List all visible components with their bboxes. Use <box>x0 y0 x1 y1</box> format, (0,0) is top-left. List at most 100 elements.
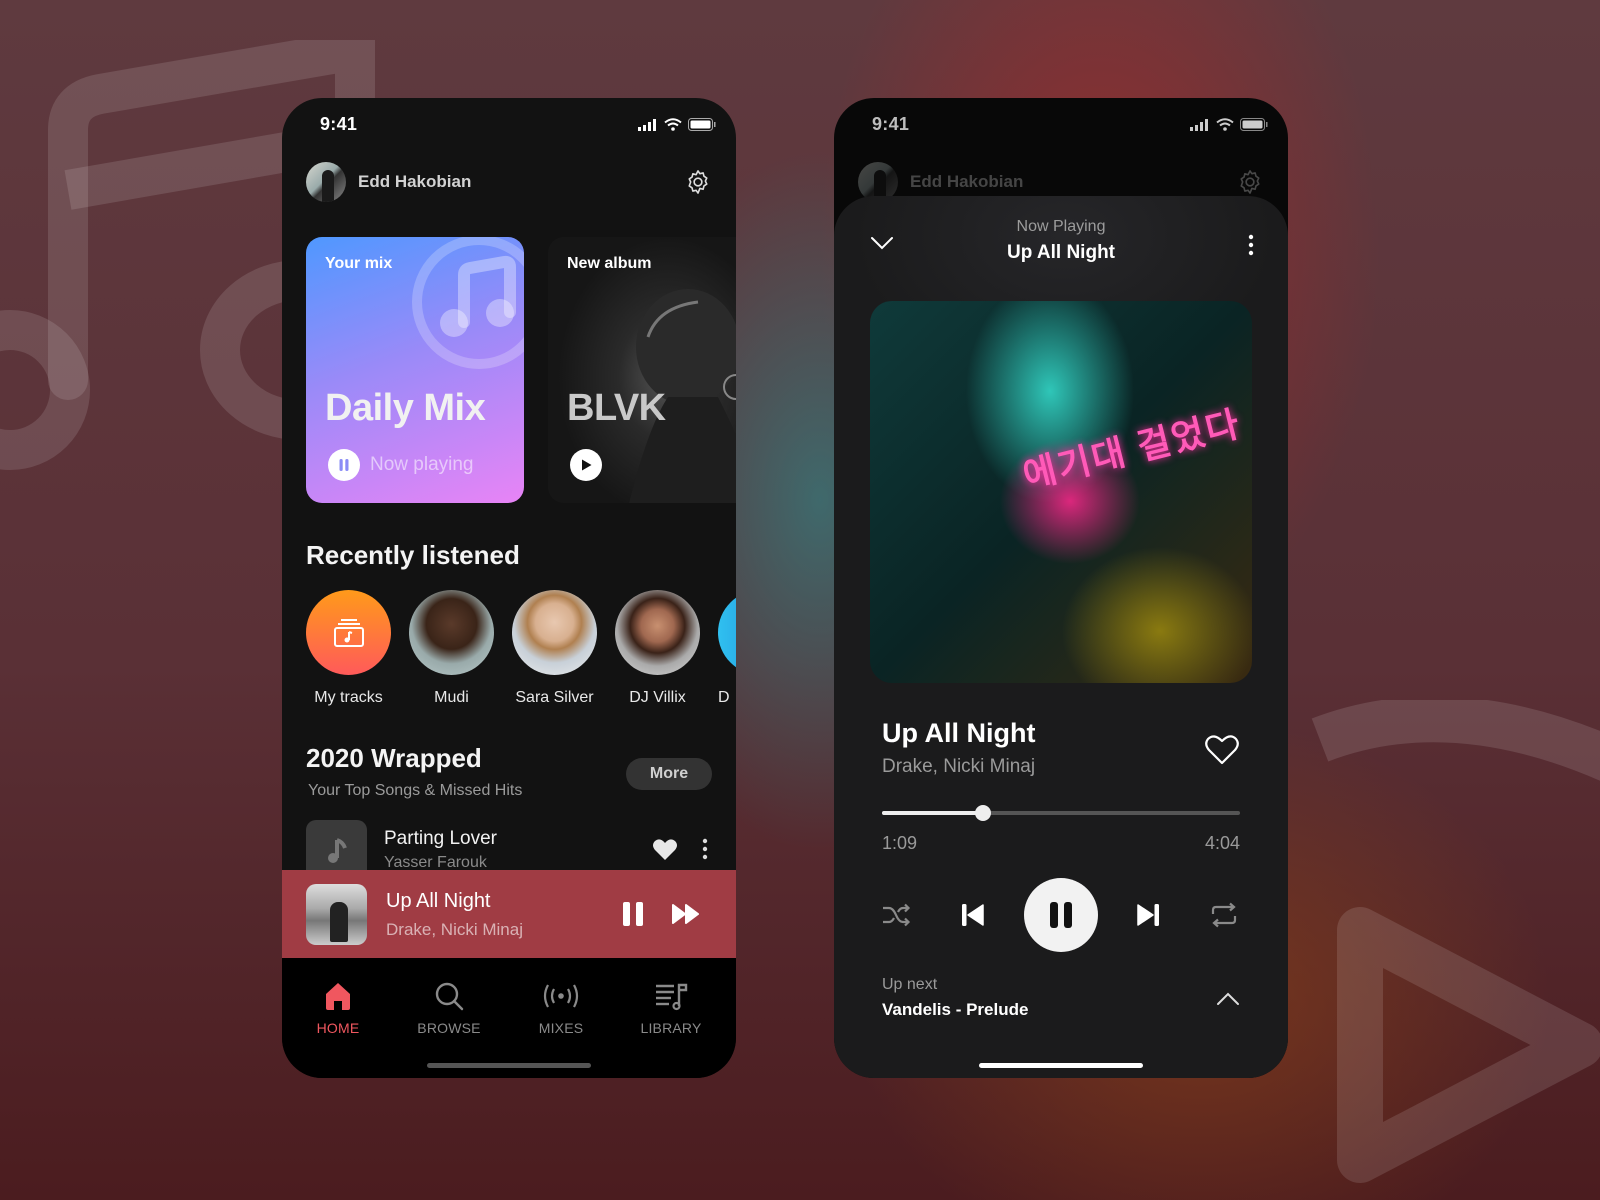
recent-item-label: Sara Silver <box>515 689 594 706</box>
status-bar: 9:41 <box>282 98 736 156</box>
library-icon <box>656 983 688 1011</box>
mini-player-artist: Drake, Nicki Minaj <box>386 920 523 939</box>
status-bar: 9:41 <box>834 98 1288 156</box>
play-pause-button[interactable] <box>1024 878 1098 952</box>
card-label: New album <box>567 255 652 272</box>
progress-slider[interactable] <box>882 805 1240 821</box>
heart-filled-icon[interactable] <box>652 838 678 862</box>
pause-icon <box>1050 902 1072 928</box>
more-vertical-icon[interactable] <box>702 838 708 860</box>
track-title: Parting Lover <box>384 828 498 849</box>
pause-button[interactable] <box>328 449 360 481</box>
recent-item-label: D <box>718 689 730 706</box>
mini-player-artwork <box>306 884 367 945</box>
profile-name: Edd Hakobian <box>910 172 1024 191</box>
progress-fill <box>882 811 984 815</box>
tab-label: HOME <box>316 1020 360 1036</box>
tab-mixes[interactable]: MIXES <box>511 980 611 1036</box>
recent-item-dj-villix[interactable]: DJ Villix <box>615 590 700 707</box>
recent-item-mudi[interactable]: Mudi <box>409 590 494 707</box>
playback-controls <box>834 878 1288 952</box>
previous-icon[interactable] <box>961 903 985 927</box>
wifi-icon <box>1216 118 1234 131</box>
now-playing-label: Now Playing <box>1016 218 1106 235</box>
recent-item-sara-silver[interactable]: Sara Silver <box>512 590 597 707</box>
signal-icon <box>1190 118 1208 131</box>
tab-label: MIXES <box>538 1020 584 1036</box>
card-title: BLVK <box>567 387 666 429</box>
up-next-track[interactable]: Vandelis - Prelude <box>882 1000 1028 1020</box>
heart-outline-icon[interactable] <box>1204 734 1240 766</box>
background-play-icon <box>1311 700 1600 1183</box>
album-cover: 에기대 걸었다 <box>870 301 1252 683</box>
pause-icon <box>339 459 349 471</box>
daily-mix-card[interactable]: Your mix Daily Mix Now playing <box>306 237 524 503</box>
repeat-icon[interactable] <box>1209 902 1239 928</box>
artist-avatar <box>718 590 736 675</box>
chevron-up-icon[interactable] <box>1216 992 1240 1006</box>
wrapped-subtitle: Your Top Songs & Missed Hits <box>308 782 523 799</box>
recent-item-my-tracks[interactable]: My tracks <box>306 590 391 707</box>
tab-label: BROWSE <box>417 1020 481 1036</box>
recent-item-partial[interactable]: D <box>718 590 736 707</box>
tab-bar: HOME BROWSE MIXES LIBRARY <box>282 958 736 1078</box>
signal-icon <box>638 118 656 131</box>
home-screen: 9:41 Edd Hakobian Your mix Daily Mix Now… <box>282 98 736 1078</box>
shuffle-icon[interactable] <box>881 903 911 927</box>
song-title: Up All Night <box>882 718 1036 748</box>
music-note-icon <box>327 838 347 863</box>
recently-listened-list: My tracks Mudi Sara Silver DJ Villix D <box>306 590 736 707</box>
profile-name: Edd Hakobian <box>358 172 472 191</box>
cover-projected-text: 에기대 걸었다 <box>1018 402 1245 497</box>
wrapped-title: 2020 Wrapped <box>306 743 482 773</box>
elapsed-time: 1:09 <box>882 833 918 853</box>
artist-avatar <box>512 590 597 675</box>
home-indicator <box>979 1063 1143 1068</box>
progress-knob[interactable] <box>975 805 992 821</box>
now-playing-screen: 9:41 Edd Hakobian Now Playing Up All Nig… <box>834 98 1288 1078</box>
recent-item-label: Mudi <box>434 689 469 706</box>
battery-icon <box>1240 118 1268 131</box>
mini-player-title: Up All Night <box>386 890 491 912</box>
total-time: 4:04 <box>1204 833 1240 853</box>
recently-listened-title: Recently listened <box>306 540 520 570</box>
tab-label: LIBRARY <box>640 1020 702 1036</box>
more-button[interactable]: More <box>626 758 712 790</box>
now-playing-sheet: Now Playing Up All Night 에기대 걸었다 Up All … <box>834 196 1288 1078</box>
tab-browse[interactable]: BROWSE <box>399 980 499 1036</box>
next-icon[interactable] <box>1136 903 1160 927</box>
music-note-icon <box>412 237 524 369</box>
search-icon <box>435 982 464 1011</box>
gear-icon[interactable] <box>684 168 712 196</box>
artist-avatar <box>409 590 494 675</box>
pause-icon[interactable] <box>622 902 644 926</box>
broadcast-icon <box>543 984 579 1008</box>
tab-library[interactable]: LIBRARY <box>621 980 721 1036</box>
new-album-card[interactable]: New album BLVK <box>548 237 736 503</box>
artist-avatar <box>615 590 700 675</box>
tab-home[interactable]: HOME <box>288 980 388 1036</box>
more-vertical-icon[interactable] <box>1248 234 1254 256</box>
up-next-label: Up next <box>882 976 938 993</box>
home-indicator <box>427 1063 591 1068</box>
gear-icon <box>1240 170 1260 194</box>
recent-item-label: My tracks <box>314 689 383 706</box>
play-button[interactable] <box>570 449 602 481</box>
fast-forward-icon[interactable] <box>672 904 700 924</box>
home-icon <box>326 983 350 1010</box>
status-time: 9:41 <box>872 114 910 134</box>
now-playing-title: Up All Night <box>1007 242 1115 263</box>
battery-icon <box>688 118 716 131</box>
profile-row: Edd Hakobian <box>306 162 712 202</box>
status-time: 9:41 <box>320 114 358 134</box>
card-title: Daily Mix <box>325 387 486 429</box>
music-library-icon <box>333 618 364 647</box>
song-artist: Drake, Nicki Minaj <box>882 756 1036 777</box>
now-playing-label: Now playing <box>370 454 474 475</box>
avatar[interactable] <box>306 162 346 202</box>
recent-item-label: DJ Villix <box>629 689 686 706</box>
mini-player[interactable]: Up All Night Drake, Nicki Minaj <box>282 870 736 958</box>
wifi-icon <box>664 118 682 131</box>
play-icon <box>582 459 592 471</box>
card-label: Your mix <box>325 255 393 272</box>
